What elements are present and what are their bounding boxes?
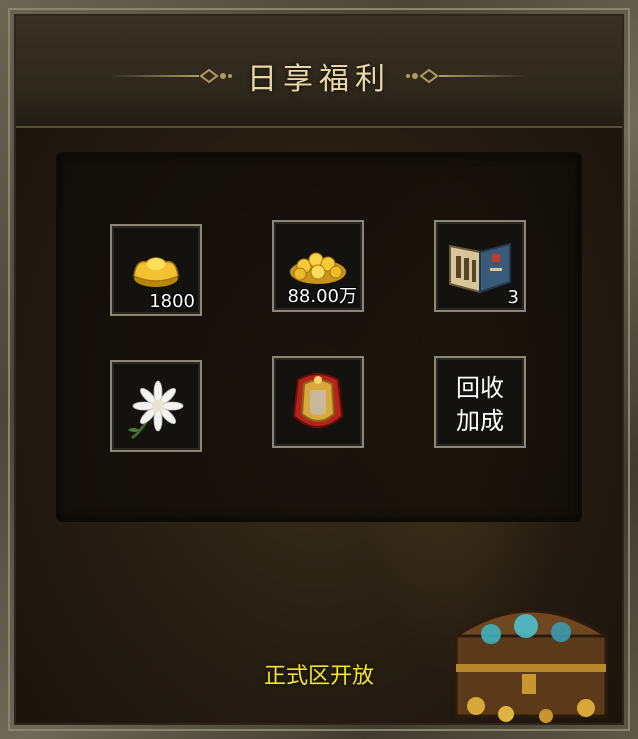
reward-grid: 1800 88.00万 3 回收 加成 <box>56 152 582 522</box>
white-chrysanthemum-icon <box>128 380 184 440</box>
reward-slot-white-flower[interactable] <box>110 360 202 452</box>
treasure-chest-decoration <box>451 609 611 723</box>
ornament-right-icon <box>405 66 439 86</box>
reward-slot-skill-book[interactable]: 3 <box>434 220 526 312</box>
red-armor-icon <box>292 373 344 428</box>
header-band: 日享福利 <box>16 16 622 128</box>
server-status-text: 正式区开放 <box>263 664 374 689</box>
reward-count: 88.00万 <box>287 286 357 307</box>
ornament-left-icon <box>199 66 233 86</box>
title-ornament-line-left <box>109 75 199 77</box>
reward-slot-gold-coins[interactable]: 88.00万 <box>272 220 364 312</box>
daily-welfare-panel: 日享福利 1800 88.00万 3 回收 加成 正式区开放 <box>14 14 624 725</box>
reward-count: 1800 <box>149 291 195 312</box>
window-frame: 日享福利 1800 88.00万 3 回收 加成 正式区开放 <box>0 0 638 739</box>
page-title: 日享福利 <box>247 62 391 97</box>
reward-slot-gold-ingot[interactable]: 1800 <box>110 224 202 316</box>
title-ornament-line-right <box>439 75 529 77</box>
reward-count: 3 <box>507 287 519 308</box>
title-row: 日享福利 <box>16 54 622 98</box>
reward-slot-recycle-bonus[interactable]: 回收 加成 <box>434 356 526 448</box>
reward-slot-armor[interactable] <box>272 356 364 448</box>
recycle-bonus-label: 回收 加成 <box>456 374 504 435</box>
